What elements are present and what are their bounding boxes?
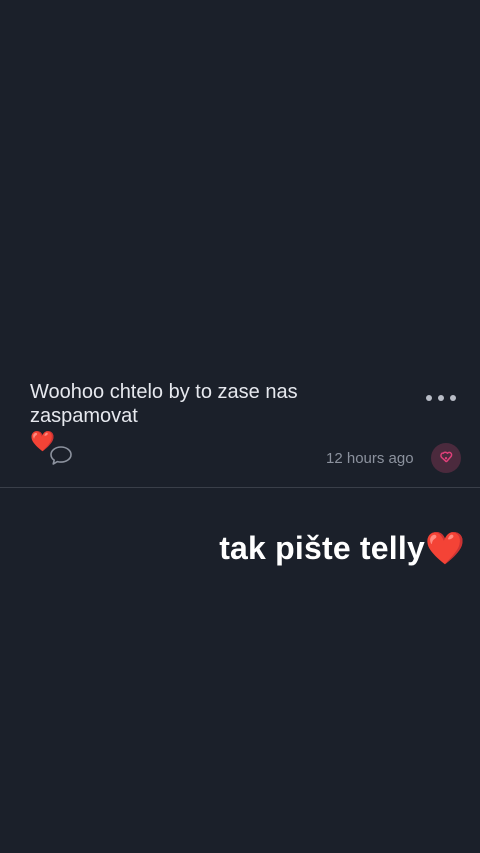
post-card: Woohoo chtelo by to zase nas zaspamovat … [0,0,480,487]
more-horizontal-icon [450,395,456,401]
comment-button[interactable] [48,444,74,468]
overlay-heart-emoji: ❤️ [424,530,465,566]
more-options-button[interactable] [426,387,456,409]
overlay-text: tak pište telly [219,530,425,566]
story-overlay-text: tak pište telly❤️ [219,528,465,568]
post-timestamp: 12 hours ago [326,450,414,467]
more-horizontal-icon [426,395,432,401]
react-button[interactable] [431,443,461,473]
chat-bubble-icon [50,446,72,465]
post-divider [0,487,480,488]
post-body: Woohoo chtelo by to zase nas zaspamovat [30,381,298,427]
heart-react-icon [440,451,453,463]
more-horizontal-icon [438,395,444,401]
post-text: Woohoo chtelo by to zase nas zaspamovat … [30,380,410,454]
